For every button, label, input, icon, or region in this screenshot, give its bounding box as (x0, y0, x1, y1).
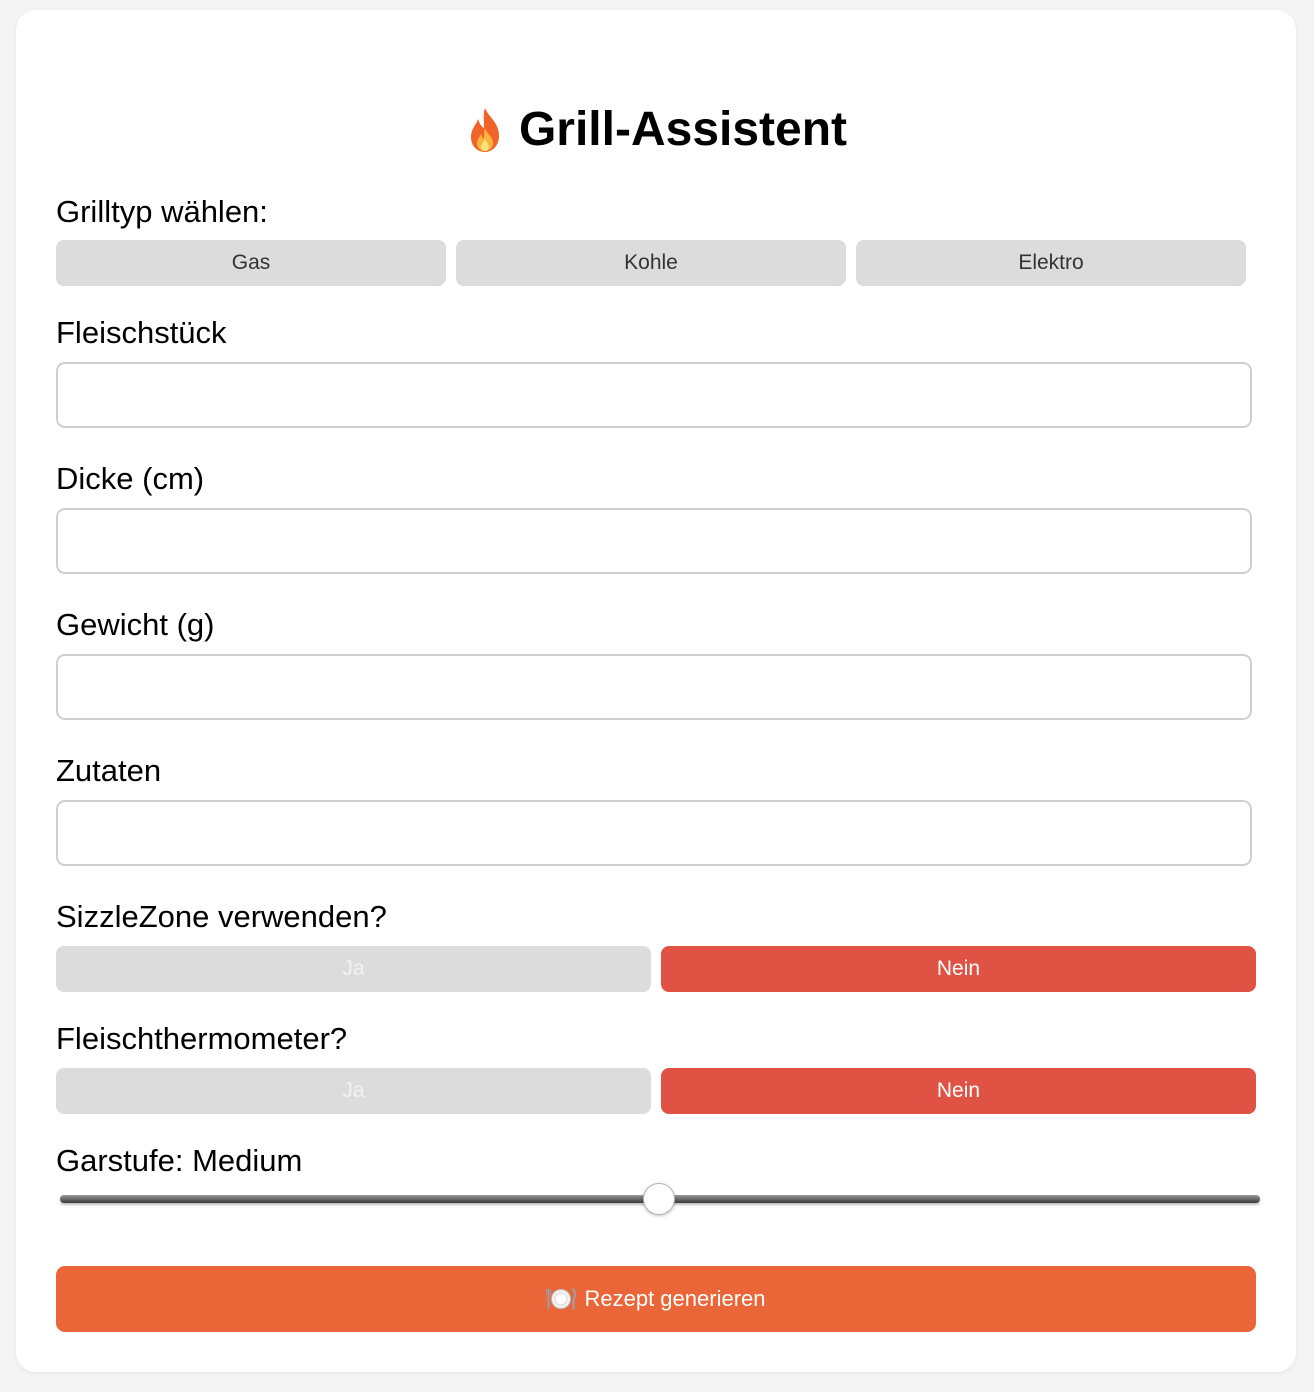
sizzlezone-label: SizzleZone verwenden? (56, 899, 387, 934)
grill-type-electric-button[interactable]: Elektro (856, 240, 1246, 286)
weight-label: Gewicht (g) (56, 607, 215, 642)
plate-cutlery-icon (546, 1288, 577, 1310)
sizzlezone-no-button[interactable]: Nein (661, 946, 1256, 992)
weight-input[interactable] (56, 654, 1252, 720)
meat-cut-input[interactable] (56, 362, 1252, 428)
thickness-label: Dicke (cm) (56, 461, 205, 496)
page-header: Grill-Assistent (16, 94, 1296, 166)
grill-assistant-card: Grill-Assistent Grilltyp wählen: Gas Koh… (16, 10, 1296, 1372)
doneness-label: Garstufe: Medium (56, 1143, 303, 1178)
thickness-input[interactable] (56, 508, 1252, 574)
generate-recipe-label: Rezept generieren (584, 1286, 766, 1311)
grill-type-label: Grilltyp wählen: (56, 194, 268, 229)
ingredients-input[interactable] (56, 800, 1252, 866)
thermometer-label: Fleischthermometer? (56, 1021, 348, 1056)
thermometer-no-button[interactable]: Nein (661, 1068, 1256, 1114)
meat-cut-label: Fleischstück (56, 315, 227, 350)
fire-icon (470, 108, 499, 152)
grill-type-gas-button[interactable]: Gas (56, 240, 446, 286)
grill-type-charcoal-button[interactable]: Kohle (456, 240, 846, 286)
page-title: Grill-Assistent (518, 103, 848, 156)
thermometer-yes-button[interactable]: Ja (56, 1068, 651, 1114)
doneness-slider-thumb[interactable] (643, 1183, 675, 1215)
sizzlezone-yes-button[interactable]: Ja (56, 946, 651, 992)
generate-recipe-button[interactable]: Rezept generieren (56, 1266, 1256, 1332)
ingredients-label: Zutaten (56, 753, 162, 788)
